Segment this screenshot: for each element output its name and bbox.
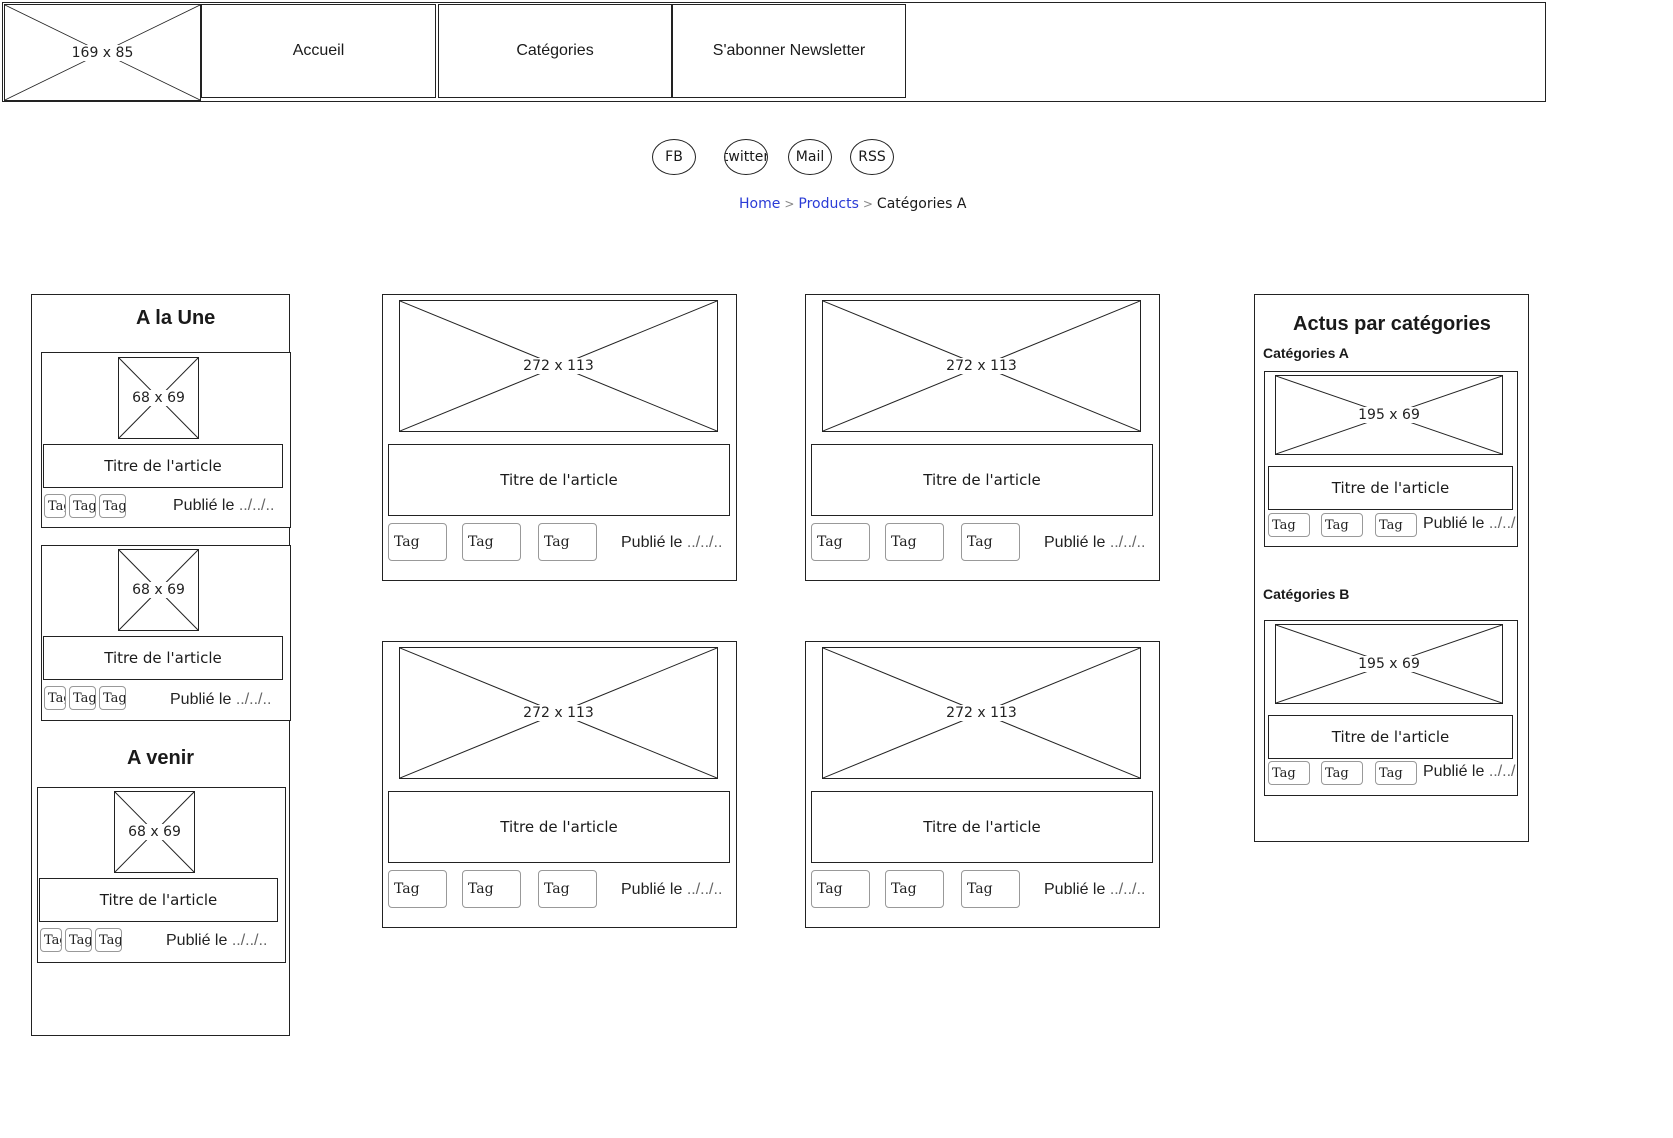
tag-chip[interactable]: Tag [69, 494, 96, 518]
une-heading: A la Une [136, 307, 216, 329]
right-sidebar-title: Actus par catégories [1293, 313, 1491, 335]
une-card-2-title[interactable]: Titre de l'article [43, 636, 283, 680]
tag-chip[interactable]: Tag [538, 870, 597, 908]
une-card-1-title[interactable]: Titre de l'article [43, 444, 283, 488]
published-date: Publié le ../../.. [1044, 881, 1146, 898]
twitter-label: twitter [724, 149, 768, 165]
une-card-1-thumbnail: 68 x 69 [118, 357, 199, 439]
tag-chip[interactable]: Tag [961, 870, 1020, 908]
tag-chip[interactable]: Tag [1321, 513, 1363, 537]
tag-chip[interactable]: Tag [40, 928, 62, 952]
published-date: Publié le ../../.. [1423, 763, 1517, 780]
tag-chip[interactable]: Tag [1321, 761, 1363, 785]
article-title[interactable]: Titre de l'article [811, 444, 1153, 516]
tag-chip[interactable]: Tag [1375, 513, 1417, 537]
facebook-icon[interactable]: FB [652, 139, 696, 175]
tag-chip[interactable]: Tag [44, 686, 66, 710]
tag-chip[interactable]: Tag [95, 928, 122, 952]
logo-placeholder[interactable]: 169 x 85 [4, 4, 201, 101]
article-image: 272 x 113 [822, 300, 1141, 432]
tag-chip[interactable]: Tag [388, 523, 447, 561]
nav-newsletter-label: S'abonner Newsletter [712, 42, 866, 59]
tag-chip[interactable]: Tag [65, 928, 92, 952]
breadcrumb-products[interactable]: Products [798, 196, 858, 212]
breadcrumb: Home > Products > Catégories A [739, 196, 999, 216]
rss-label: RSS [858, 149, 886, 165]
une-card-2-thumbnail: 68 x 69 [118, 549, 199, 631]
tag-chip[interactable]: Tag [1268, 761, 1310, 785]
published-date: Publié le ../../.. [621, 881, 723, 898]
tag-chip[interactable]: Tag [1268, 513, 1310, 537]
tag-chip[interactable]: Tag [811, 870, 870, 908]
tag-chip[interactable]: Tag [99, 686, 126, 710]
tag-chip[interactable]: Tag [961, 523, 1020, 561]
tag-chip[interactable]: Tag [462, 870, 521, 908]
published-date: Publié le ../../.. [173, 497, 275, 514]
published-date: Publié le ../../.. [170, 691, 272, 708]
tag-chip[interactable]: Tag [99, 494, 126, 518]
mail-icon[interactable]: Mail [788, 139, 832, 175]
published-date: Publié le ../../.. [166, 932, 268, 949]
tag-chip[interactable]: Tag [885, 523, 944, 561]
tag-chip[interactable]: Tag [462, 523, 521, 561]
published-date: Publié le ../../.. [1044, 534, 1146, 551]
venir-heading: A venir [127, 747, 195, 769]
published-date: Publié le ../../.. [1423, 515, 1517, 532]
published-date: Publié le ../../.. [621, 534, 723, 551]
nav-categories-label: Catégories [516, 42, 594, 59]
venir-card-1-thumbnail: 68 x 69 [114, 791, 195, 873]
article-image: 272 x 113 [399, 647, 718, 779]
category-a-article-title[interactable]: Titre de l'article [1268, 466, 1513, 510]
tag-chip[interactable]: Tag [388, 870, 447, 908]
category-a-image: 195 x 69 [1275, 375, 1503, 455]
category-b-article-title[interactable]: Titre de l'article [1268, 715, 1513, 759]
nav-categories[interactable]: Catégories [438, 4, 672, 98]
category-b-heading[interactable]: Catégories B [1263, 586, 1349, 602]
tag-chip[interactable]: Tag [885, 870, 944, 908]
twitter-icon[interactable]: twitter [724, 139, 768, 175]
venir-card-1-title[interactable]: Titre de l'article [39, 878, 278, 922]
article-title[interactable]: Titre de l'article [388, 791, 730, 863]
tag-chip[interactable]: Tag [1375, 761, 1417, 785]
tag-chip[interactable]: Tag [538, 523, 597, 561]
breadcrumb-separator: > [784, 197, 795, 211]
breadcrumb-current: Catégories A [876, 196, 967, 212]
nav-accueil-label: Accueil [292, 42, 345, 59]
facebook-label: FB [665, 149, 683, 165]
nav-newsletter[interactable]: S'abonner Newsletter [672, 4, 906, 98]
article-title[interactable]: Titre de l'article [811, 791, 1153, 863]
tag-chip[interactable]: Tag [69, 686, 96, 710]
rss-icon[interactable]: RSS [850, 139, 894, 175]
category-a-heading[interactable]: Catégories A [1263, 345, 1349, 361]
nav-accueil[interactable]: Accueil [201, 4, 436, 98]
mail-label: Mail [795, 149, 825, 165]
article-image: 272 x 113 [399, 300, 718, 432]
tag-chip[interactable]: Tag [811, 523, 870, 561]
category-b-image: 195 x 69 [1275, 624, 1503, 704]
article-title[interactable]: Titre de l'article [388, 444, 730, 516]
breadcrumb-separator: > [862, 197, 873, 211]
article-image: 272 x 113 [822, 647, 1141, 779]
tag-chip[interactable]: Tag [44, 494, 66, 518]
breadcrumb-home[interactable]: Home [739, 196, 780, 212]
